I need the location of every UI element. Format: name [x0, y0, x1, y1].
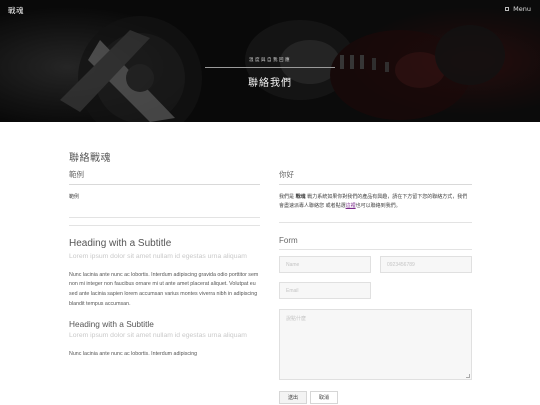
- intro-brand: 戰魂: [295, 193, 306, 200]
- intro-text-end: 也可以聯絡到我們。: [355, 202, 401, 209]
- divider: [279, 221, 472, 223]
- form-divider: [279, 249, 472, 250]
- top-navbar: 戰魂 Menu: [0, 0, 540, 20]
- divider: [69, 216, 260, 218]
- hero-banner: 戰魂 Menu 溫度與自我回應 聯絡我們: [0, 0, 540, 122]
- left-column: 範例 範例 Heading with a Subtitle Lorem ipsu…: [69, 169, 260, 359]
- menu-label: Menu: [513, 5, 531, 13]
- main-content: 聯絡戰魂 範例 範例 Heading with a Subtitle Lorem…: [0, 122, 540, 405]
- body-paragraph: Nunc lacinia ante nunc ac lobortis. Inte…: [69, 350, 198, 357]
- section-divider: [69, 184, 260, 185]
- cancel-button[interactable]: 取消: [310, 390, 339, 404]
- right-column: 你好 我們是 戰魂 戰力系統如果你對我們的產品有興趣，請在下方留下您的聯絡方式，…: [279, 169, 472, 404]
- greeting-divider: [279, 184, 472, 185]
- phone-field[interactable]: 0923456789: [380, 255, 472, 273]
- menu-button[interactable]: Menu: [505, 5, 531, 13]
- brand-logo[interactable]: 戰魂: [8, 5, 24, 16]
- message-textarea[interactable]: 說點什麼: [279, 308, 472, 380]
- hero-divider: [205, 67, 335, 68]
- send-button[interactable]: 送出: [279, 390, 308, 404]
- form-row: Name 0923456789: [279, 255, 472, 273]
- name-field[interactable]: Name: [279, 255, 371, 273]
- form-title: Form: [279, 236, 298, 246]
- page-title: 聯絡戰魂: [69, 153, 111, 164]
- body-paragraph: Nunc lacinia ante nunc ac lobortis. Inte…: [69, 271, 259, 307]
- heading-subtitle: Lorem ipsum dolor sit amet nullam id ege…: [69, 331, 247, 339]
- square-icon: [505, 7, 510, 11]
- section-text: 範例: [69, 193, 80, 200]
- heading-subtitle: Lorem ipsum dolor sit amet nullam id ege…: [69, 252, 247, 260]
- message-placeholder: 說點什麼: [286, 315, 307, 322]
- resize-handle-icon[interactable]: [466, 373, 470, 378]
- hero-title: 聯絡我們: [248, 78, 292, 89]
- heading-with-subtitle: Heading with a Subtitle: [69, 237, 172, 249]
- greeting-title: 你好: [279, 170, 294, 179]
- section-title: 範例: [69, 170, 84, 179]
- heading-with-subtitle: Heading with a Subtitle: [69, 318, 154, 329]
- form-buttons: 送出 取消: [279, 390, 472, 404]
- divider: [69, 225, 260, 226]
- intro-text-start: 我們是: [279, 193, 295, 200]
- contact-link[interactable]: 這裡: [346, 203, 356, 209]
- intro-text: 我們是 戰魂 戰力系統如果你對我們的產品有興趣，請在下方留下您的聯絡方式，我們會…: [279, 193, 472, 211]
- hero-subtitle: 溫度與自我回應: [249, 58, 291, 63]
- email-field[interactable]: Email: [279, 281, 371, 299]
